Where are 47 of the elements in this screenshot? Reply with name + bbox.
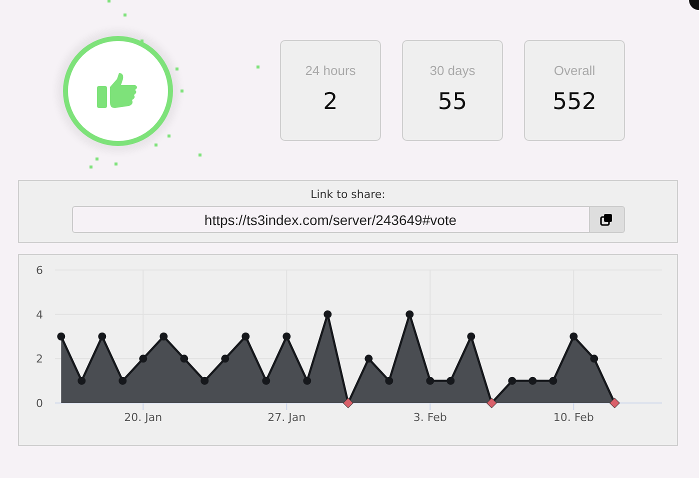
data-point [242, 332, 250, 340]
stat-value: 55 [438, 89, 468, 115]
data-point [508, 376, 516, 385]
data-point [324, 310, 332, 318]
data-point [57, 332, 66, 340]
copy-button[interactable] [590, 206, 624, 233]
data-point [426, 376, 434, 385]
data-point [467, 332, 476, 340]
stat-value: 2 [323, 89, 338, 115]
data-point [139, 354, 148, 363]
share-label: Link to share: [310, 188, 386, 201]
data-point [200, 376, 209, 385]
axis-label: 10. Feb [553, 411, 594, 424]
axis-label: 0 [36, 397, 43, 410]
axis-label: 27. Jan [268, 411, 306, 424]
data-point [590, 354, 598, 363]
stat-value: 552 [552, 89, 596, 115]
data-point [160, 332, 168, 340]
data-point [303, 376, 312, 385]
zero-marker [609, 398, 620, 408]
data-point [364, 354, 373, 363]
data-point [528, 376, 537, 385]
axis-label: 6 [36, 264, 43, 277]
data-point [180, 354, 188, 363]
data-point [98, 332, 106, 340]
thumbs-up-icon [97, 72, 139, 108]
stat-label: 24 hours [305, 63, 356, 78]
data-point [282, 332, 291, 340]
link-field[interactable]: https://ts3index.com/server/243649#vote [72, 206, 590, 233]
data-point [78, 376, 86, 385]
stat-label: Overall [554, 63, 596, 78]
stat-label: 30 days [430, 63, 476, 78]
zero-marker [342, 398, 354, 408]
data-point [549, 376, 558, 385]
zero-marker [486, 398, 497, 408]
axis-label: 4 [36, 308, 43, 322]
data-point [446, 376, 455, 385]
axis-label: 2 [36, 352, 43, 366]
copy-icon [600, 213, 613, 226]
data-point [262, 376, 270, 385]
data-point [118, 376, 127, 385]
data-point [385, 376, 394, 385]
data-point [570, 332, 578, 340]
axis-label: 3. Feb [413, 411, 447, 424]
axis-label: 20. Jan [124, 411, 162, 424]
data-point [221, 354, 230, 363]
data-point [406, 310, 414, 318]
